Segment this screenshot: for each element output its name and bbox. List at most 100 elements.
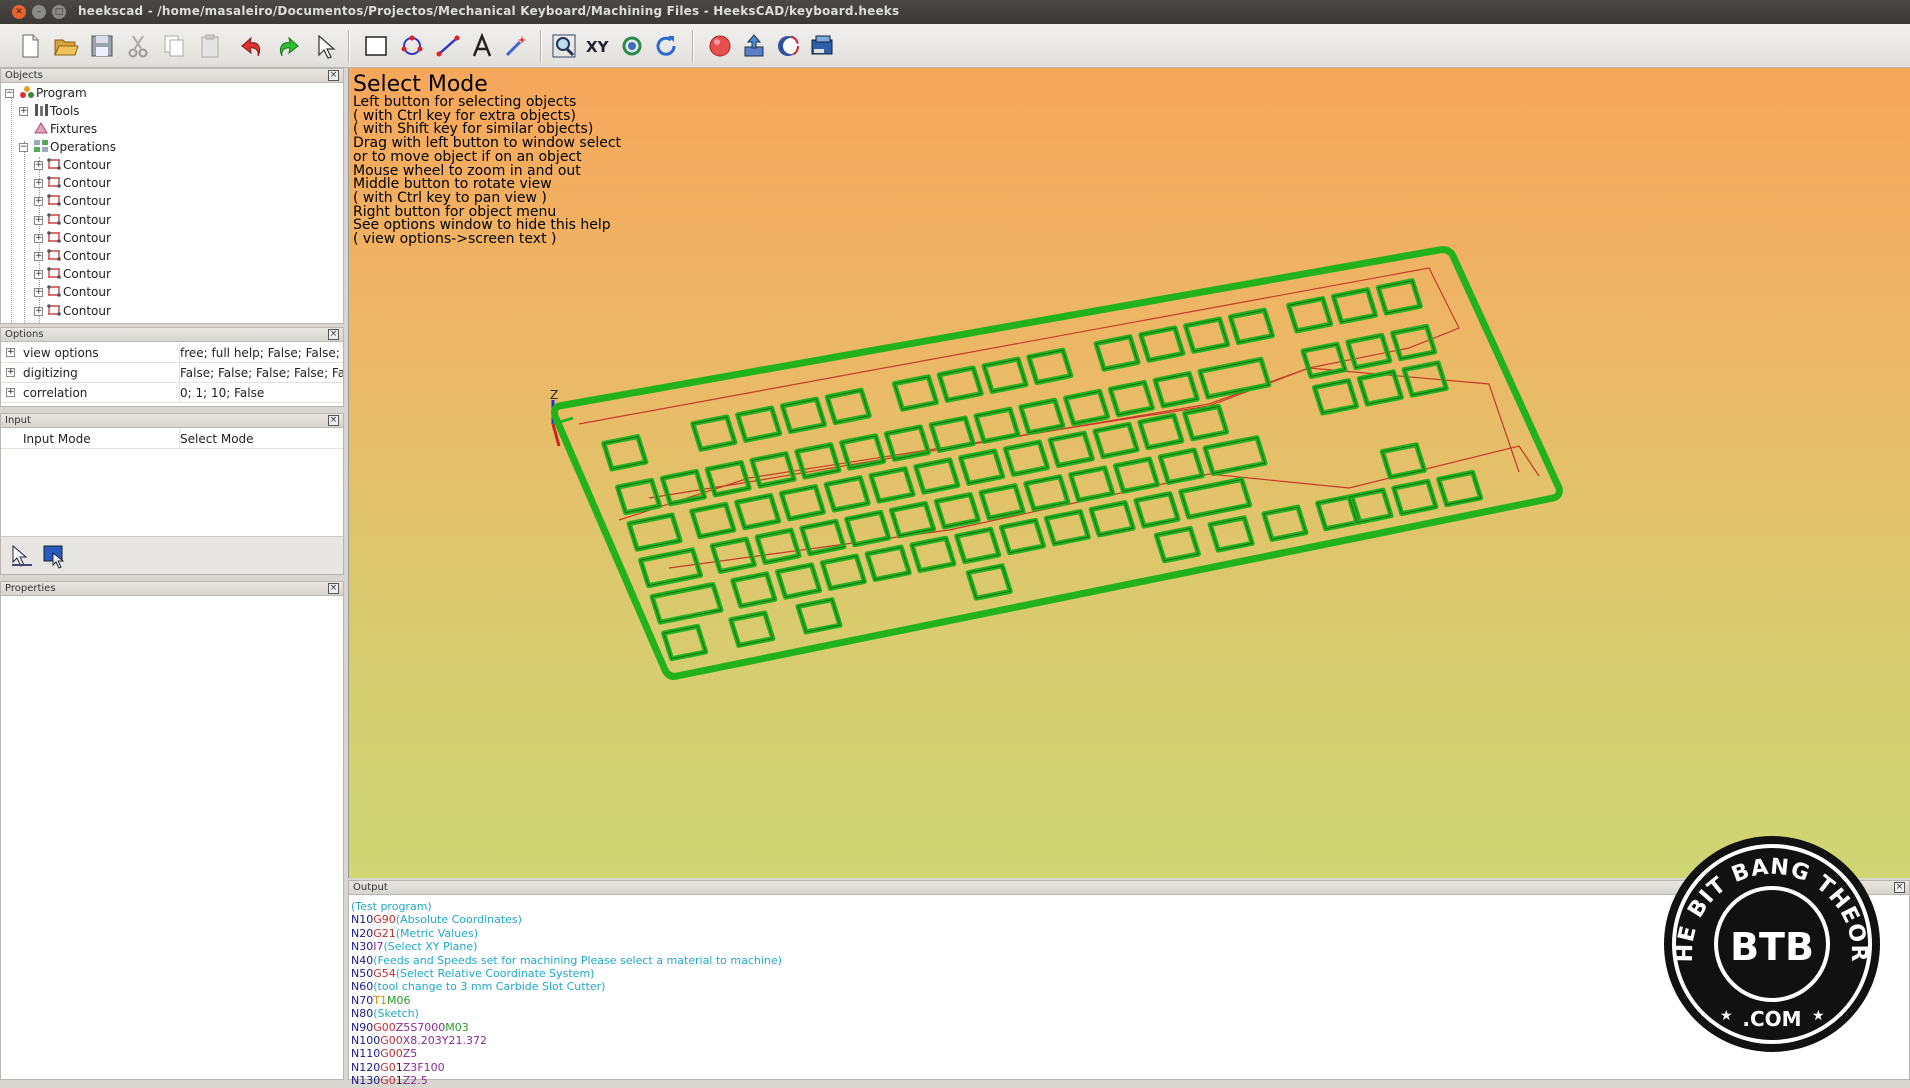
- close-icon[interactable]: ×: [328, 583, 339, 594]
- expand-toggle[interactable]: +: [34, 252, 43, 261]
- tree-item-contour[interactable]: + Contour: [34, 265, 111, 283]
- copy-button[interactable]: [158, 30, 190, 62]
- window-close-button[interactable]: ✕: [12, 5, 26, 19]
- select-button[interactable]: [308, 30, 340, 62]
- logo-monogram: BTB: [1730, 925, 1814, 969]
- window-maximize-button[interactable]: □: [52, 5, 66, 19]
- line-tool-button[interactable]: [432, 30, 464, 62]
- save-icon: [91, 35, 113, 57]
- expand-toggle[interactable]: +: [34, 270, 43, 280]
- input-key: Input Mode: [23, 432, 91, 446]
- select-arrow-icon: [12, 544, 32, 567]
- tree-item-contour[interactable]: + Contour: [34, 156, 111, 174]
- tree-item-program[interactable]: − Program: [5, 84, 87, 102]
- 3d-viewport[interactable]: Select Mode Left button for selecting ob…: [348, 68, 1910, 878]
- undo-button[interactable]: [236, 30, 268, 62]
- tree-item-fixtures[interactable]: Fixtures: [33, 120, 97, 138]
- option-value[interactable]: 0; 1; 10; False: [179, 383, 343, 403]
- bit-bang-theory-logo: THE BIT BANG THEORY BTB .COM ★ ★: [1662, 834, 1880, 1052]
- objects-panel-header: Objects ×: [1, 69, 343, 83]
- tree-item-operations[interactable]: − Operations: [19, 138, 116, 156]
- gcode-line: (Test program): [351, 900, 432, 913]
- key-cutout: [1202, 435, 1268, 477]
- window-select-icon: [43, 545, 65, 569]
- close-icon[interactable]: ×: [328, 329, 339, 340]
- stop-button[interactable]: [704, 30, 736, 62]
- collapse-toggle[interactable]: −: [5, 89, 14, 98]
- close-icon[interactable]: ×: [328, 415, 339, 426]
- option-row-correlation[interactable]: + correlation 0; 1; 10; False: [1, 383, 343, 403]
- cut-button[interactable]: [122, 30, 154, 62]
- text-tool-button[interactable]: [466, 30, 498, 62]
- key-cutout: [1199, 358, 1270, 398]
- open-file-button[interactable]: [50, 30, 82, 62]
- option-value[interactable]: False; False; False; False; False;: [179, 363, 343, 383]
- tree-item-contour[interactable]: + Contour: [34, 247, 111, 265]
- panel-title: Objects: [5, 70, 43, 81]
- folder-open-icon: [54, 39, 79, 56]
- dimension-tool-button[interactable]: [500, 30, 532, 62]
- window-minimize-button[interactable]: –: [32, 5, 46, 19]
- gcode-line: N60(tool change to 3 mm Carbide Slot Cut…: [351, 980, 606, 994]
- tree-item-contour[interactable]: + Contour: [34, 192, 111, 210]
- tree-item-contour[interactable]: + Contour: [34, 174, 111, 192]
- post-process-button[interactable]: [738, 30, 770, 62]
- expand-toggle[interactable]: +: [34, 197, 43, 207]
- expand-toggle[interactable]: +: [6, 388, 15, 397]
- upload-box-icon: [744, 34, 764, 57]
- circle-tool-button[interactable]: [396, 30, 428, 62]
- copy-icon: [164, 35, 184, 57]
- fixtures-icon: [34, 122, 48, 134]
- expand-toggle[interactable]: +: [34, 288, 43, 298]
- window-select-button[interactable]: [41, 543, 67, 569]
- input-mode-row[interactable]: Input Mode Select Mode: [1, 429, 343, 449]
- solid-shape-icon: [777, 35, 799, 57]
- expand-toggle[interactable]: +: [6, 348, 15, 357]
- tree-label: Operations: [50, 140, 116, 154]
- keyboard-model[interactable]: Z: [349, 68, 1910, 878]
- expand-toggle[interactable]: +: [34, 233, 43, 243]
- tree-item-tools[interactable]: + Tools: [19, 102, 80, 120]
- option-key: digitizing: [23, 366, 78, 380]
- redraw-button[interactable]: [650, 30, 682, 62]
- option-key: view options: [23, 346, 99, 360]
- close-icon[interactable]: ×: [328, 70, 339, 81]
- expand-toggle[interactable]: +: [34, 161, 43, 170]
- option-row-view-options[interactable]: + view options free; full help; False; F…: [1, 343, 343, 363]
- object-tree: − Program + Tools Fixtures − Operations …: [1, 83, 343, 323]
- collapse-toggle[interactable]: −: [19, 143, 28, 152]
- save-button[interactable]: [86, 30, 118, 62]
- paste-button[interactable]: [194, 30, 226, 62]
- close-icon[interactable]: ×: [1894, 882, 1905, 893]
- gcode-line: N70T1M06: [351, 993, 411, 1007]
- svg-text:XY: XY: [586, 38, 610, 56]
- expand-toggle[interactable]: +: [19, 107, 28, 116]
- expand-toggle[interactable]: +: [34, 306, 43, 316]
- cursor-arrow-icon: [318, 34, 336, 59]
- expand-toggle[interactable]: +: [34, 179, 43, 189]
- tree-label: Contour: [63, 212, 111, 227]
- expand-toggle[interactable]: +: [34, 215, 43, 225]
- tree-item-contour[interactable]: + Contour: [34, 229, 111, 247]
- zoom-fit-button[interactable]: [548, 30, 580, 62]
- new-file-button[interactable]: [14, 30, 46, 62]
- option-value[interactable]: free; full help; False; False; Fa: [179, 343, 343, 363]
- tree-item-contour[interactable]: + Contour: [34, 302, 111, 320]
- tree-item-contour[interactable]: + Contour: [34, 211, 111, 229]
- gcode-line: N10G90(Absolute Coordinates): [351, 913, 522, 927]
- view-xy-button[interactable]: XY: [582, 30, 614, 62]
- rectangle-tool-button[interactable]: [360, 30, 392, 62]
- option-row-digitizing[interactable]: + digitizing False; False; False; False;…: [1, 363, 343, 383]
- view-rotate-button[interactable]: [616, 30, 648, 62]
- select-mode-button[interactable]: [9, 543, 35, 569]
- machine-button[interactable]: [806, 30, 838, 62]
- simulate-button[interactable]: [772, 30, 804, 62]
- tree-item-contour[interactable]: + Contour: [34, 283, 111, 301]
- gcode-line: N80(Sketch): [351, 1007, 419, 1021]
- tree-label: Contour: [63, 176, 111, 191]
- tree-label: Contour: [63, 158, 111, 172]
- input-value[interactable]: Select Mode: [179, 429, 343, 449]
- expand-toggle[interactable]: +: [6, 368, 15, 377]
- redo-button[interactable]: [272, 30, 304, 62]
- gcode-line: N90G00Z5S7000M03: [351, 1020, 469, 1034]
